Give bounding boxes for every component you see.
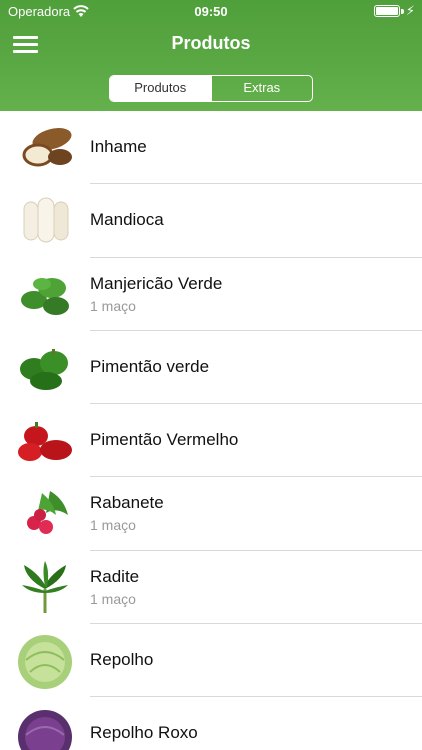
product-name: Repolho Roxo <box>90 723 198 743</box>
basil-image <box>16 266 74 324</box>
chicory-image <box>16 559 74 617</box>
charging-icon: ⚡ <box>405 3 415 18</box>
product-quantity: 1 maço <box>90 590 136 607</box>
product-name: Mandioca <box>90 210 164 230</box>
product-quantity: 1 maço <box>90 297 136 314</box>
product-name: Pimentão Vermelho <box>90 430 239 450</box>
product-name: Rabanete <box>90 493 164 513</box>
list-item[interactable]: Repolho Roxo <box>0 697 422 750</box>
product-quantity: 1 maço <box>90 517 136 534</box>
list-item[interactable]: Rabanete 1 maço <box>0 477 422 551</box>
list-item[interactable]: Mandioca <box>0 184 422 258</box>
list-item[interactable]: Manjericão Verde 1 maço <box>0 258 422 331</box>
cabbage-image <box>16 632 74 690</box>
red-cabbage-image <box>16 705 74 750</box>
list-item[interactable]: Pimentão Vermelho <box>0 404 422 478</box>
battery-icon <box>374 5 400 17</box>
product-name: Repolho <box>90 650 154 670</box>
product-name: Pimentão verde <box>90 356 210 376</box>
list-item[interactable]: Pimentão verde <box>0 331 422 405</box>
radish-image <box>16 485 74 543</box>
battery-cap <box>401 9 404 14</box>
list-item[interactable]: Repolho <box>0 624 422 698</box>
clock: 09:50 <box>194 4 228 19</box>
red-pepper-image <box>16 412 74 470</box>
product-name: Inhame <box>90 137 147 156</box>
list-item[interactable]: Radite 1 maço <box>0 551 422 625</box>
product-name: Manjericão Verde <box>90 273 223 293</box>
app-header: Operadora 09:50 ⚡ Produtos Produtos Extr… <box>0 0 422 111</box>
product-name: Radite <box>90 566 140 586</box>
yam-image <box>16 119 74 177</box>
page-title: Produtos <box>171 33 251 53</box>
green-pepper-image <box>16 339 74 397</box>
cassava-image <box>16 192 74 250</box>
status-bar: Operadora 09:50 ⚡ <box>0 0 422 22</box>
segmented-control: Produtos Extras <box>109 75 313 102</box>
product-list: Inhame Mandioca Manjericão Verde 1 maço <box>0 111 422 750</box>
tab-extras[interactable]: Extras <box>210 76 313 101</box>
tab-produtos[interactable]: Produtos <box>110 76 211 101</box>
list-item[interactable]: Inhame <box>0 111 422 185</box>
